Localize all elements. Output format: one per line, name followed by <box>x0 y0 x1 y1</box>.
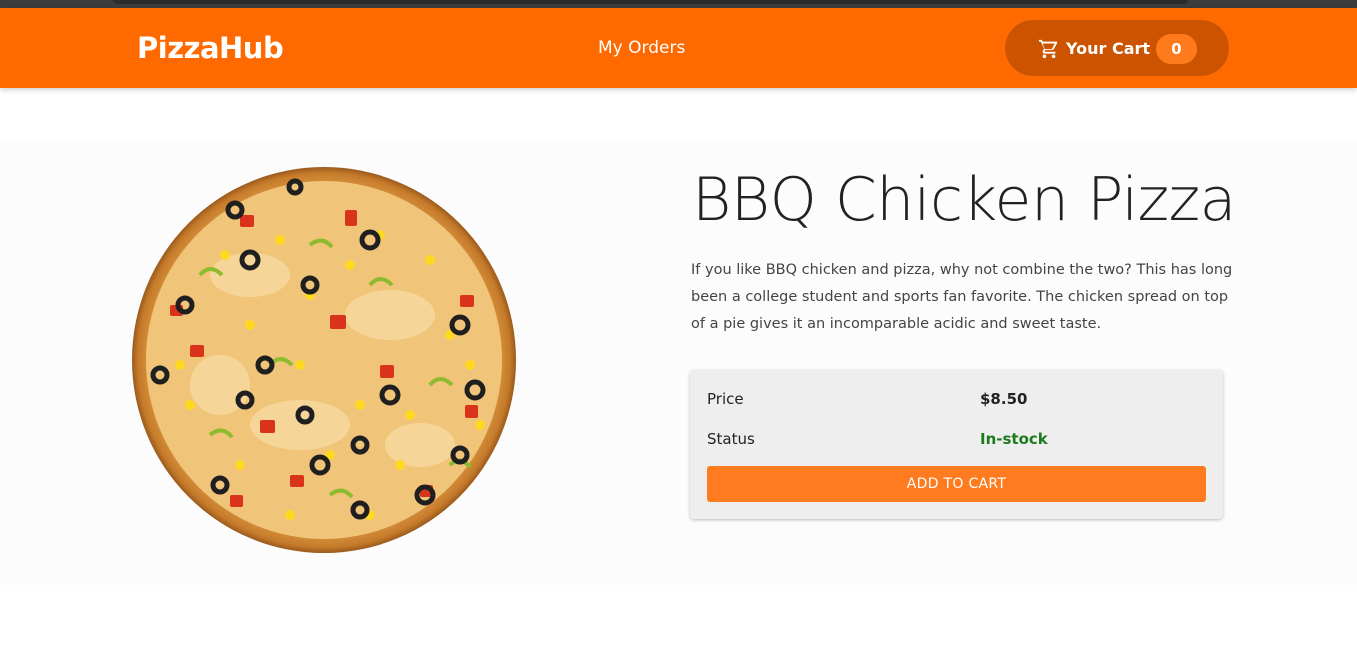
top-navbar: PizzaHub My Orders Your Cart 0 <box>0 8 1357 88</box>
cart-label: Your Cart <box>1066 39 1151 58</box>
browser-chrome-strip <box>0 0 1357 8</box>
purchase-card: Price $8.50 Status In-stock ADD TO CART <box>690 370 1223 519</box>
price-label: Price <box>707 390 744 408</box>
cart-count-badge: 0 <box>1156 34 1197 64</box>
add-to-cart-button[interactable]: ADD TO CART <box>707 466 1206 502</box>
pizza-image <box>132 167 516 553</box>
brand-logo[interactable]: PizzaHub <box>137 31 284 65</box>
price-value: $8.50 <box>980 390 1028 408</box>
shopping-cart-icon <box>1038 39 1058 59</box>
product-detail-section: BBQ Chicken Pizza If you like BBQ chicke… <box>0 140 1357 585</box>
browser-tab-bar <box>113 0 1188 4</box>
nav-link-my-orders[interactable]: My Orders <box>598 38 685 58</box>
status-label: Status <box>707 430 755 448</box>
cart-button[interactable]: Your Cart 0 <box>1005 20 1229 76</box>
status-value: In-stock <box>980 430 1048 448</box>
product-description: If you like BBQ chicken and pizza, why n… <box>691 262 1233 332</box>
product-title: BBQ Chicken Pizza <box>692 165 1236 235</box>
